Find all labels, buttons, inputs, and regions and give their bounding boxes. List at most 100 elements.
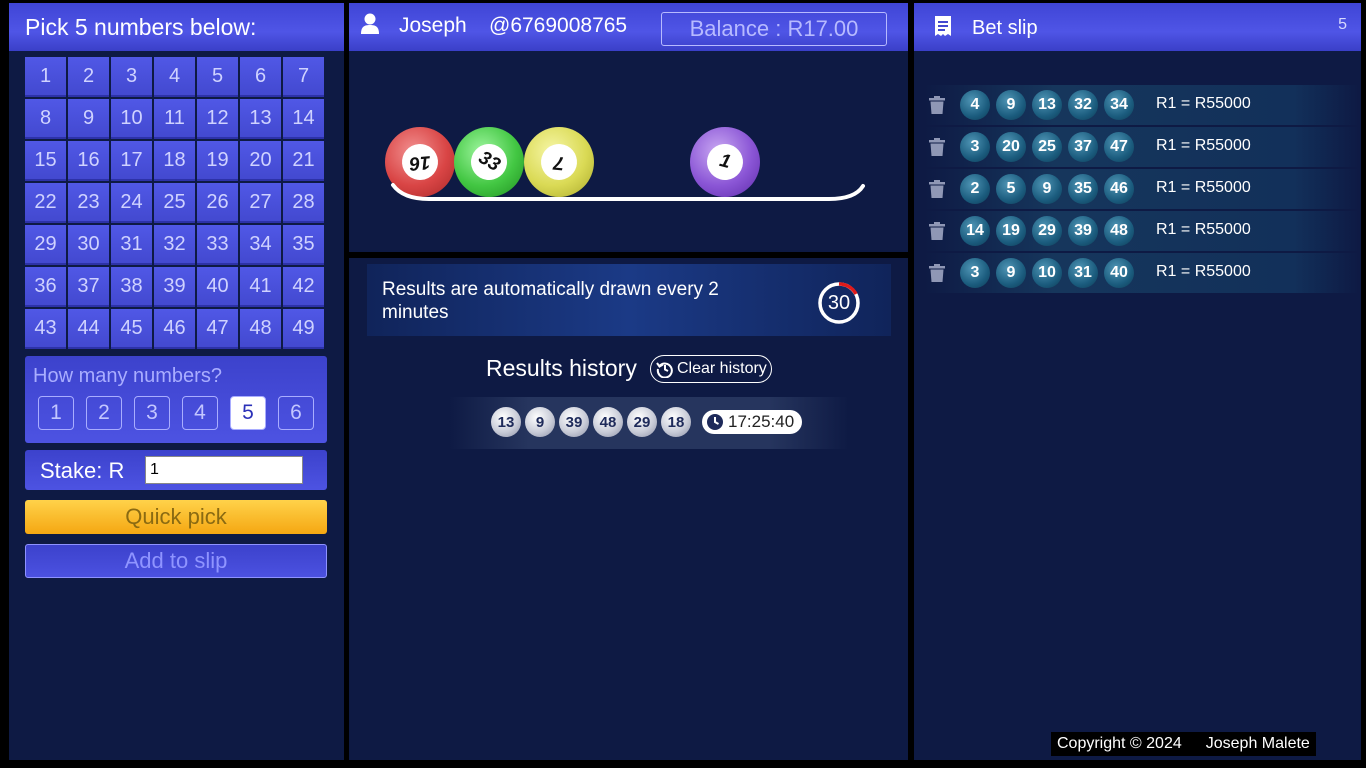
bet-number: 9 [1032, 174, 1062, 204]
trash-icon[interactable] [929, 264, 945, 282]
bet-number: 46 [1104, 174, 1134, 204]
bet-number: 34 [1104, 90, 1134, 120]
number-cell[interactable]: 47 [197, 309, 238, 349]
add-to-slip-button[interactable]: Add to slip [25, 544, 327, 578]
bet-slip-title: Bet slip [972, 17, 1038, 39]
number-cell[interactable]: 18 [154, 141, 195, 181]
number-cell[interactable]: 12 [197, 99, 238, 139]
history-ball: 13 [491, 407, 521, 437]
number-cell[interactable]: 5 [197, 57, 238, 97]
number-cell[interactable]: 48 [240, 309, 281, 349]
number-cell[interactable]: 36 [25, 267, 66, 307]
picker-header: Pick 5 numbers below: [9, 3, 344, 51]
number-cell[interactable]: 34 [240, 225, 281, 265]
bet-number: 37 [1068, 132, 1098, 162]
number-cell[interactable]: 49 [283, 309, 324, 349]
number-picker-panel: Pick 5 numbers below: 1 2 3 4 5 6 7 8 9 10 11 12 13 1… [9, 3, 344, 760]
number-cell[interactable]: 23 [68, 183, 109, 223]
number-cell[interactable]: 17 [111, 141, 152, 181]
number-cell[interactable]: 2 [68, 57, 109, 97]
number-cell[interactable]: 9 [68, 99, 109, 139]
count-option-2[interactable]: 2 [86, 396, 122, 430]
draw-time-value: 17:25:40 [728, 412, 795, 431]
quick-pick-button[interactable]: Quick pick [25, 500, 327, 534]
bet-number: 32 [1068, 90, 1098, 120]
number-cell[interactable]: 4 [154, 57, 195, 97]
number-cell[interactable]: 40 [197, 267, 238, 307]
number-cell[interactable]: 33 [197, 225, 238, 265]
number-cell[interactable]: 41 [240, 267, 281, 307]
number-cell[interactable]: 31 [111, 225, 152, 265]
number-cell[interactable]: 20 [240, 141, 281, 181]
bet-number: 40 [1104, 258, 1134, 288]
number-cell[interactable]: 1 [25, 57, 66, 97]
history-ball: 48 [593, 407, 623, 437]
number-cell[interactable]: 42 [283, 267, 324, 307]
bet-number: 5 [996, 174, 1026, 204]
number-cell[interactable]: 15 [25, 141, 66, 181]
history-ball: 18 [661, 407, 691, 437]
number-cell[interactable]: 8 [25, 99, 66, 139]
drawn-ball-number: 16 [400, 142, 440, 182]
bet-number: 47 [1104, 132, 1134, 162]
count-option-6[interactable]: 6 [278, 396, 314, 430]
clear-history-label: Clear history [677, 360, 767, 377]
countdown-timer: 30 [817, 281, 861, 325]
bet-payout: R1 = R55000 [1156, 137, 1251, 154]
bet-number: 3 [960, 258, 990, 288]
number-cell[interactable]: 37 [68, 267, 109, 307]
bet-payout: R1 = R55000 [1156, 179, 1251, 196]
bet-number: 20 [996, 132, 1026, 162]
number-cell[interactable]: 27 [240, 183, 281, 223]
clear-history-button[interactable]: Clear history [650, 355, 772, 383]
number-cell[interactable]: 24 [111, 183, 152, 223]
user-phone: @6769008765 [489, 14, 628, 37]
bet-slip-panel: Bet slip 5 4 9 13 32 34 R1 = R55000 3 20 25 37 47 R… [914, 3, 1361, 760]
stake-input[interactable] [145, 456, 303, 484]
number-cell[interactable]: 10 [111, 99, 152, 139]
number-cell[interactable]: 7 [283, 57, 324, 97]
bet-slip-row: 3 9 10 31 40 R1 = R55000 [924, 253, 1359, 293]
number-cell[interactable]: 45 [111, 309, 152, 349]
number-cell[interactable]: 25 [154, 183, 195, 223]
number-cell[interactable]: 30 [68, 225, 109, 265]
number-cell[interactable]: 38 [111, 267, 152, 307]
bet-slip-row: 2 5 9 35 46 R1 = R55000 [924, 169, 1359, 209]
number-cell[interactable]: 19 [197, 141, 238, 181]
trash-icon[interactable] [929, 96, 945, 114]
bet-slip-count: 5 [1338, 16, 1347, 33]
bet-number: 25 [1032, 132, 1062, 162]
trash-icon[interactable] [929, 138, 945, 156]
number-cell[interactable]: 3 [111, 57, 152, 97]
number-cell[interactable]: 35 [283, 225, 324, 265]
number-cell[interactable]: 39 [154, 267, 195, 307]
number-cell[interactable]: 29 [25, 225, 66, 265]
number-cell[interactable]: 14 [283, 99, 324, 139]
number-cell[interactable]: 44 [68, 309, 109, 349]
bet-number: 31 [1068, 258, 1098, 288]
count-option-5[interactable]: 5 [230, 396, 266, 430]
number-cell[interactable]: 26 [197, 183, 238, 223]
number-cell[interactable]: 13 [240, 99, 281, 139]
trash-icon[interactable] [929, 222, 945, 240]
balance-display: Balance : R17.00 [661, 12, 887, 46]
number-cell[interactable]: 28 [283, 183, 324, 223]
count-option-3[interactable]: 3 [134, 396, 170, 430]
count-option-4[interactable]: 4 [182, 396, 218, 430]
number-cell[interactable]: 32 [154, 225, 195, 265]
number-cell[interactable]: 6 [240, 57, 281, 97]
number-cell[interactable]: 21 [283, 141, 324, 181]
receipt-icon [935, 16, 951, 36]
results-history-title: Results history [486, 355, 637, 381]
number-cell[interactable]: 11 [154, 99, 195, 139]
count-option-1[interactable]: 1 [38, 396, 74, 430]
number-cell[interactable]: 16 [68, 141, 109, 181]
number-cell[interactable]: 43 [25, 309, 66, 349]
trash-icon[interactable] [929, 180, 945, 198]
draw-notice-text: Results are automatically drawn every 2 … [382, 279, 719, 323]
number-cell[interactable]: 46 [154, 309, 195, 349]
user-name: Joseph [399, 14, 467, 37]
number-cell[interactable]: 22 [25, 183, 66, 223]
clock-icon [707, 414, 723, 430]
draw-notice: Results are automatically drawn every 2 … [367, 264, 891, 336]
